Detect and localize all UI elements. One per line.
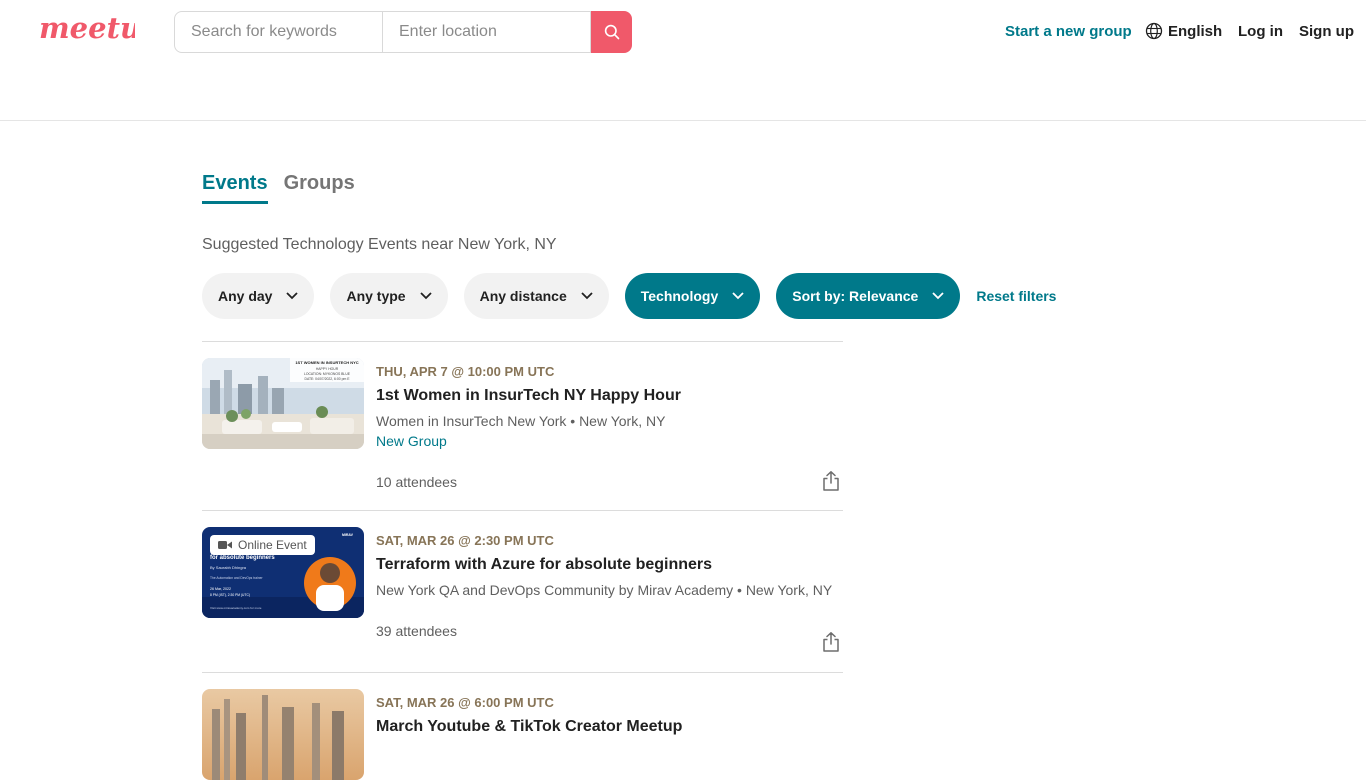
category-filter[interactable]: Technology	[624, 273, 761, 319]
search-icon	[604, 24, 619, 40]
svg-text:for absolute beginners: for absolute beginners	[210, 555, 275, 561]
search-button[interactable]	[591, 11, 632, 53]
tab-groups[interactable]: Groups	[284, 172, 355, 204]
reset-filters-link[interactable]: Reset filters	[976, 288, 1056, 304]
event-attendees: 10 attendees	[376, 474, 457, 490]
signup-link[interactable]: Sign up	[1299, 0, 1354, 62]
filter-bar: Any day Any type Any distance Technology…	[202, 273, 1056, 319]
day-filter-label: Any day	[218, 288, 273, 304]
event-group: Women in InsurTech New York • New York, …	[376, 413, 666, 429]
svg-text:The Automation and DevOps trai: The Automation and DevOps trainer	[210, 576, 263, 580]
chevron-down-icon	[419, 292, 432, 300]
new-group-tag: New Group	[376, 433, 447, 449]
online-event-badge: Online Event	[210, 535, 315, 555]
event-title[interactable]: Terraform with Azure for absolute beginn…	[376, 556, 843, 574]
event-date: SAT, MAR 26 @ 2:30 PM UTC	[376, 533, 554, 548]
event-thumbnail[interactable]: for absolute beginners By Saurabh Dhingr…	[202, 527, 364, 618]
event-info: SAT, MAR 26 @ 2:30 PM UTC Terraform with…	[376, 533, 843, 652]
video-camera-icon	[218, 541, 232, 549]
tab-events[interactable]: Events	[202, 172, 268, 204]
login-link[interactable]: Log in	[1238, 0, 1283, 62]
chevron-down-icon	[932, 292, 944, 300]
event-info: THU, APR 7 @ 10:00 PM UTC 1st Women in I…	[376, 364, 843, 491]
event-thumbnail[interactable]	[202, 689, 364, 780]
search-bar	[174, 11, 632, 53]
event-group: New York QA and DevOps Community by Mira…	[376, 582, 833, 598]
event-card[interactable]: 1ST WOMEN IN INSURTECH NYC HAPPY HOUR LO…	[202, 341, 843, 510]
svg-text:HAPPY HOUR: HAPPY HOUR	[316, 367, 339, 371]
suggested-heading: Suggested Technology Events near New Yor…	[202, 236, 557, 253]
event-date: SAT, MAR 26 @ 6:00 PM UTC	[376, 695, 554, 710]
globe-icon	[1145, 22, 1163, 40]
event-list: 1ST WOMEN IN INSURTECH NYC HAPPY HOUR LO…	[202, 341, 843, 780]
distance-filter[interactable]: Any distance	[463, 273, 609, 319]
svg-text:1ST WOMEN IN INSURTECH NYC: 1ST WOMEN IN INSURTECH NYC	[295, 360, 358, 365]
online-event-label: Online Event	[238, 538, 307, 552]
share-icon[interactable]	[821, 470, 841, 497]
svg-text:Visit www.miravacademy.com for: Visit www.miravacademy.com for more	[210, 606, 262, 610]
start-new-group-link[interactable]: Start a new group	[1005, 0, 1132, 62]
svg-text:meetup: meetup	[39, 12, 135, 45]
svg-text:By Saurabh Dhingra: By Saurabh Dhingra	[210, 565, 247, 570]
meetup-logo[interactable]: meetup	[39, 11, 161, 50]
event-image	[202, 689, 364, 780]
event-attendees: 39 attendees	[376, 623, 457, 639]
location-input[interactable]	[383, 11, 591, 53]
category-filter-label: Technology	[640, 288, 719, 304]
event-thumbnail[interactable]: 1ST WOMEN IN INSURTECH NYC HAPPY HOUR LO…	[202, 358, 364, 449]
type-filter-label: Any type	[346, 288, 406, 304]
keyword-search-input[interactable]	[174, 11, 383, 53]
svg-text:MIRAV: MIRAV	[342, 533, 354, 537]
meetup-logo-icon: meetup	[39, 11, 161, 45]
event-card[interactable]: SAT, MAR 26 @ 6:00 PM UTC March Youtube …	[202, 672, 843, 780]
svg-text:26 Mar, 2022: 26 Mar, 2022	[210, 587, 231, 591]
event-info: SAT, MAR 26 @ 6:00 PM UTC March Youtube …	[376, 695, 843, 736]
svg-text:8 PM (IST), 2:30 PM (UTC): 8 PM (IST), 2:30 PM (UTC)	[210, 593, 250, 597]
type-filter[interactable]: Any type	[330, 273, 448, 319]
result-tabs: Events Groups	[202, 172, 371, 204]
event-title[interactable]: March Youtube & TikTok Creator Meetup	[376, 718, 843, 736]
day-filter[interactable]: Any day	[202, 273, 315, 319]
top-header: meetup Start a new group English Log in …	[0, 0, 1366, 121]
share-icon[interactable]	[821, 631, 841, 658]
chevron-down-icon	[581, 292, 593, 300]
event-image: 1ST WOMEN IN INSURTECH NYC HAPPY HOUR LO…	[202, 358, 364, 449]
sort-filter-label: Sort by: Relevance	[792, 288, 919, 304]
sort-filter[interactable]: Sort by: Relevance	[776, 273, 961, 319]
chevron-down-icon	[732, 292, 744, 300]
event-title[interactable]: 1st Women in InsurTech NY Happy Hour	[376, 387, 843, 405]
language-selector[interactable]: English	[1145, 0, 1222, 62]
svg-text:LOCATION: MYKONOS BLUE: LOCATION: MYKONOS BLUE	[304, 372, 351, 376]
svg-text:DATE: 04/07/2022, 6:00 pm E: DATE: 04/07/2022, 6:00 pm E	[305, 377, 351, 381]
chevron-down-icon	[286, 292, 299, 300]
event-date: THU, APR 7 @ 10:00 PM UTC	[376, 364, 555, 379]
event-card[interactable]: for absolute beginners By Saurabh Dhingr…	[202, 510, 843, 672]
distance-filter-label: Any distance	[479, 288, 567, 304]
language-label: English	[1168, 22, 1223, 40]
